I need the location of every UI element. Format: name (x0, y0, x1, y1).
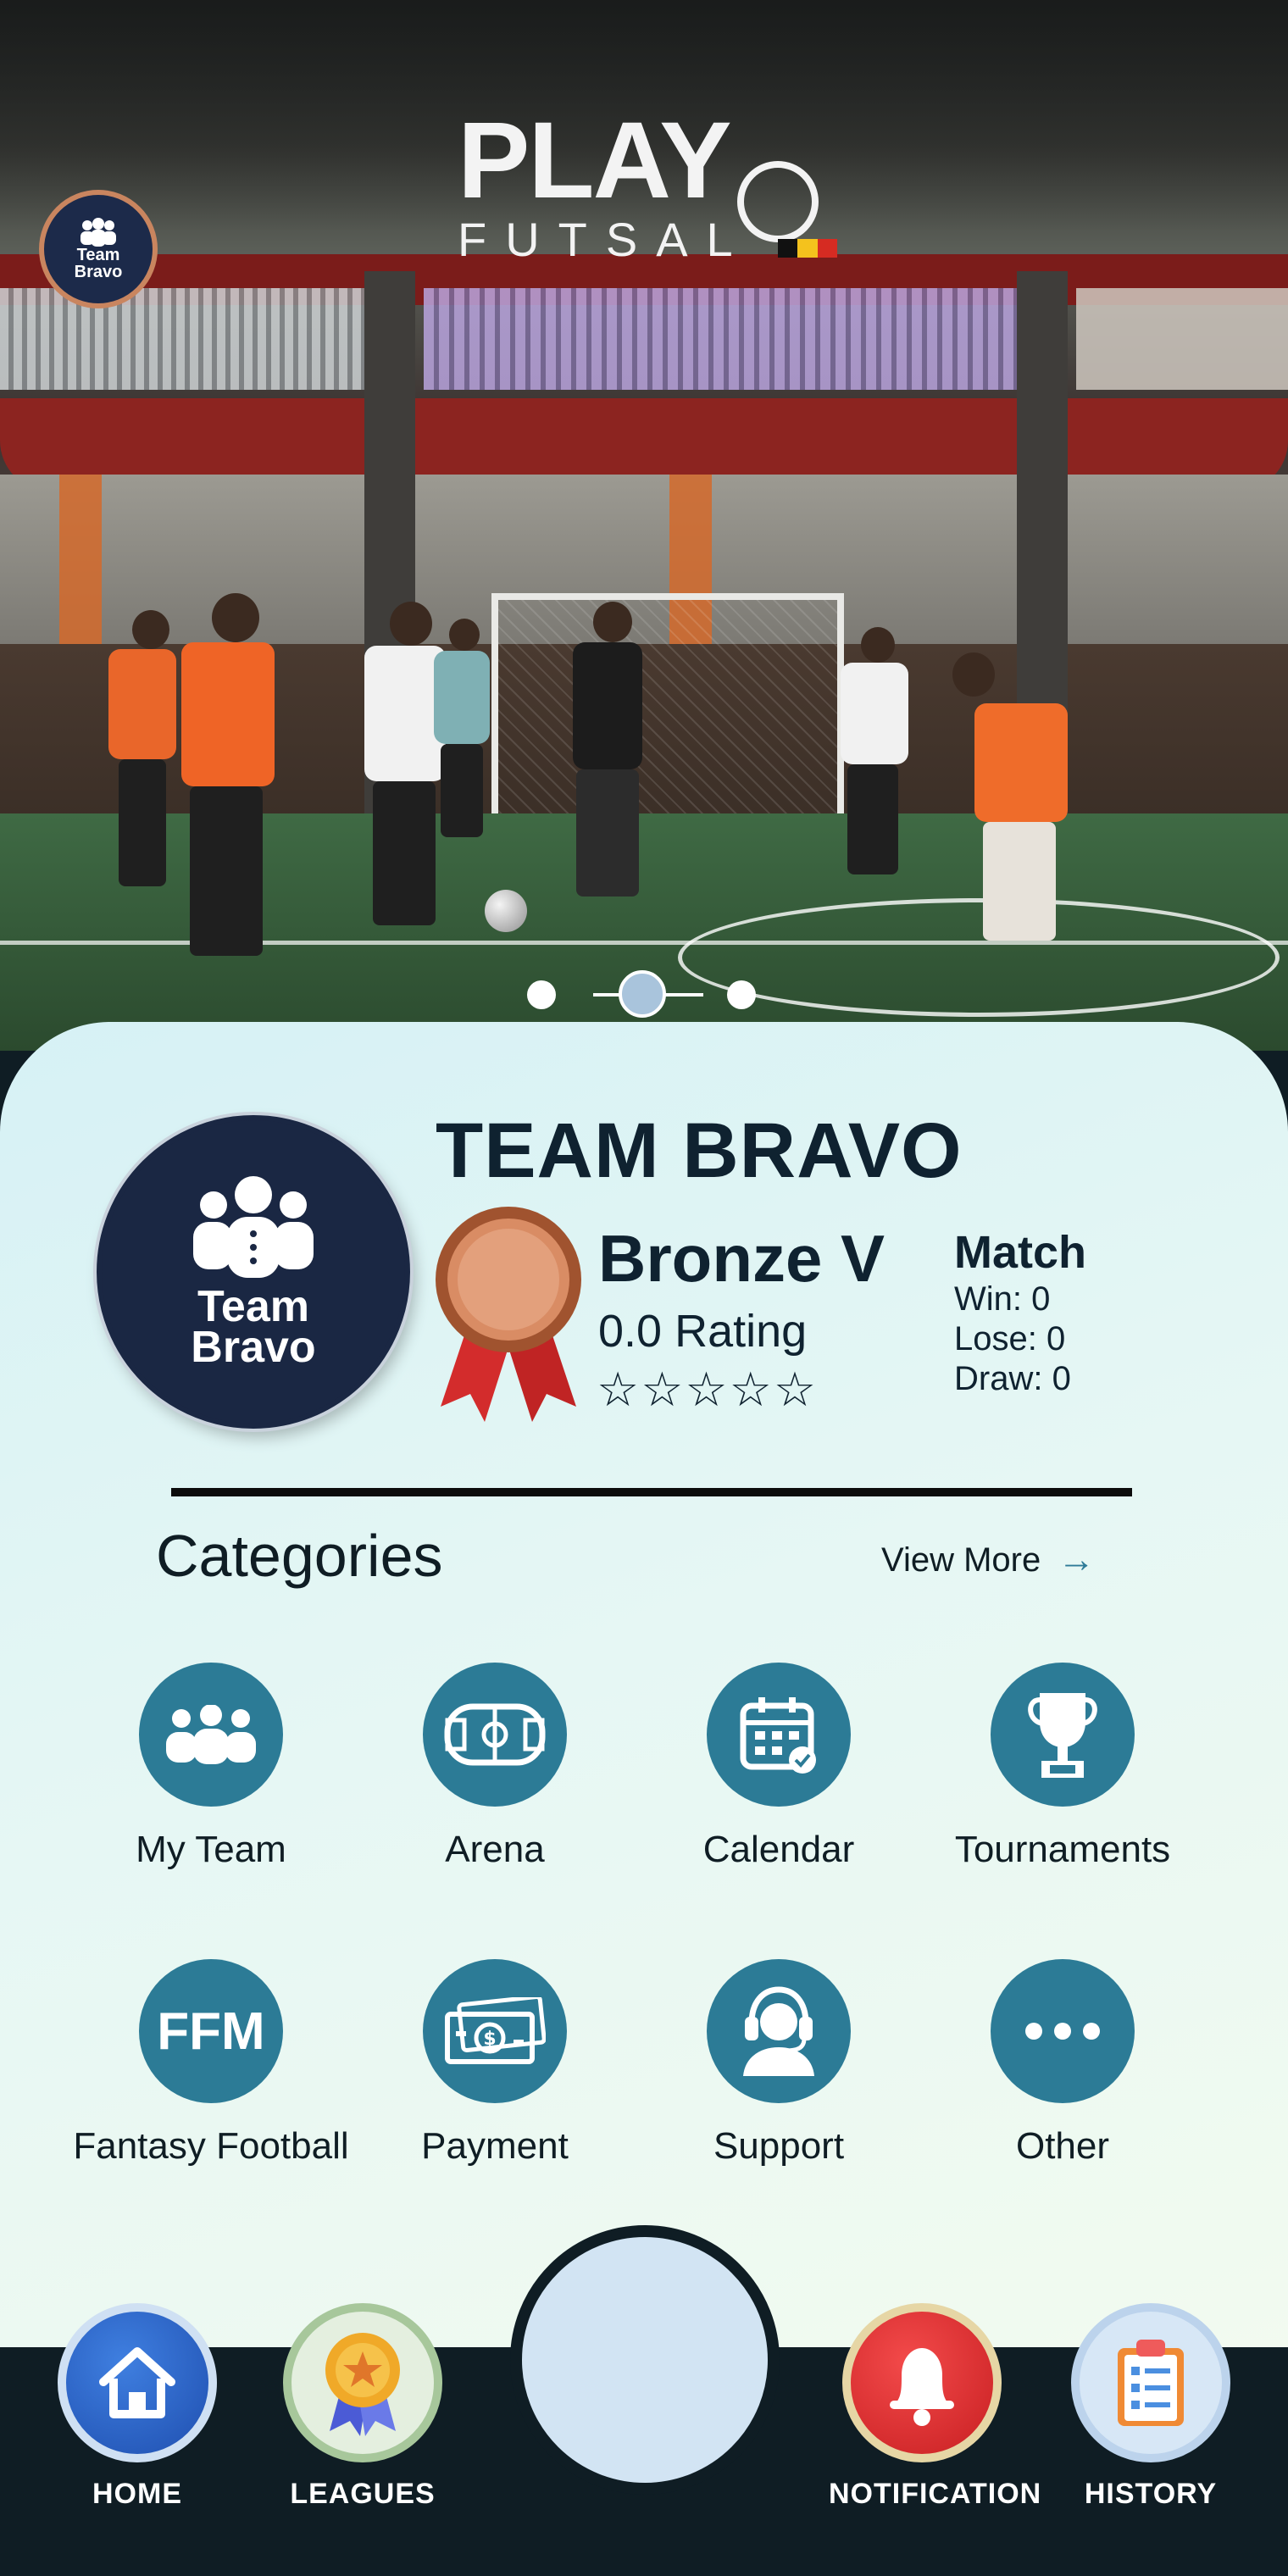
category-payment[interactable]: $ Payment (351, 1959, 639, 2167)
nav-label: LEAGUES (290, 2478, 436, 2510)
cash-icon: $ (423, 1959, 567, 2103)
carousel-dot-active[interactable] (619, 970, 666, 1018)
category-label: Arena (445, 1829, 545, 1870)
app-logo: PLAY FUTSAL (458, 100, 847, 271)
nav-history[interactable]: HISTORY (1058, 2303, 1244, 2511)
nav-label: HOME (92, 2478, 182, 2510)
nav-leagues[interactable]: LEAGUES (269, 2303, 456, 2511)
carousel-indicator (525, 970, 771, 1018)
category-label: Fantasy Football (73, 2125, 349, 2167)
match-win: Win: 0 (954, 1280, 1051, 1318)
category-support[interactable]: Support (635, 1959, 923, 2167)
team-avatar-button[interactable]: Team Bravo (39, 190, 158, 308)
bronze-medal-icon (436, 1207, 581, 1422)
team-emblem-line: Team (197, 1282, 309, 1331)
nav-home[interactable]: HOME (44, 2303, 230, 2511)
categories-heading: Categories (156, 1523, 443, 1589)
match-stats: Match Win: 0 Lose: 0 Draw: 0 (954, 1225, 1086, 1399)
category-my-team[interactable]: My Team (67, 1663, 355, 1870)
category-label: Payment (421, 2125, 569, 2167)
rating-label: 0.0 Rating (598, 1306, 808, 1357)
field-icon (423, 1663, 567, 1807)
category-label: My Team (136, 1829, 286, 1870)
flag-icon (778, 239, 837, 258)
headset-icon (707, 1959, 851, 2103)
category-label: Other (1015, 2125, 1110, 2167)
medal-icon (283, 2303, 442, 2462)
category-calendar[interactable]: Calendar (635, 1663, 923, 1870)
wall-window (424, 288, 1017, 390)
player-figure (932, 652, 1102, 949)
player-figure (424, 619, 500, 839)
wall-window (1076, 288, 1288, 390)
view-more-label: View More (881, 1541, 1041, 1579)
match-draw: Draw: 0 (954, 1360, 1071, 1397)
player-figure (542, 602, 669, 898)
team-emblem-label: Team Bravo (191, 1282, 316, 1372)
category-label: Tournaments (954, 1829, 1171, 1870)
team-name: TEAM BRAVO (436, 1108, 963, 1194)
star-rating: ☆☆☆☆☆ (597, 1363, 819, 1418)
team-avatar-label: Team Bravo (74, 246, 123, 281)
carousel-dot[interactable] (527, 980, 556, 1009)
carousel-dot[interactable] (727, 980, 756, 1009)
team-icon (193, 1176, 314, 1278)
section-divider (171, 1488, 1132, 1496)
nav-label: NOTIFICATION (829, 2478, 1042, 2510)
arrow-right-icon: → (1058, 1539, 1096, 1580)
bell-icon (842, 2303, 1002, 2462)
center-action-button[interactable] (510, 2225, 780, 2495)
logo-subtitle: FUTSAL (458, 213, 752, 266)
more-icon (991, 1959, 1135, 2103)
category-other[interactable]: Other (919, 1959, 1207, 2167)
player-figure (822, 627, 924, 881)
home-icon (58, 2303, 217, 2462)
hero-banner: PLAY FUTSAL Team Bravo (0, 0, 1288, 1051)
match-lose: Lose: 0 (954, 1320, 1066, 1357)
category-fantasy-football[interactable]: FFM Fantasy Football (67, 1959, 355, 2167)
category-label: Support (713, 2125, 845, 2167)
match-title: Match (954, 1227, 1087, 1278)
category-label: Calendar (702, 1829, 855, 1870)
rank-label: Bronze V (598, 1221, 886, 1296)
nav-notification[interactable]: NOTIFICATION (829, 2303, 1042, 2511)
trophy-icon (991, 1663, 1135, 1807)
category-arena[interactable]: Arena (351, 1663, 639, 1870)
ffm-icon-text: FFM (157, 2001, 265, 2061)
ffm-icon: FFM (139, 1959, 283, 2103)
logo-wordmark: PLAY (458, 100, 732, 221)
team-emblem-line: Bravo (191, 1323, 316, 1372)
clipboard-icon (1071, 2303, 1230, 2462)
calendar-icon (707, 1663, 851, 1807)
team-emblem: Team Bravo (97, 1115, 410, 1429)
football (485, 890, 527, 932)
team-icon (80, 218, 116, 247)
nav-label: HISTORY (1084, 2478, 1218, 2510)
view-more-link[interactable]: View More → (881, 1539, 1095, 1581)
player-figure (153, 593, 305, 966)
team-icon (139, 1663, 283, 1807)
wall-window (0, 288, 364, 390)
magnifier-icon (737, 161, 819, 242)
category-tournaments[interactable]: Tournaments (919, 1663, 1207, 1870)
svg-text:$: $ (483, 2029, 496, 2050)
